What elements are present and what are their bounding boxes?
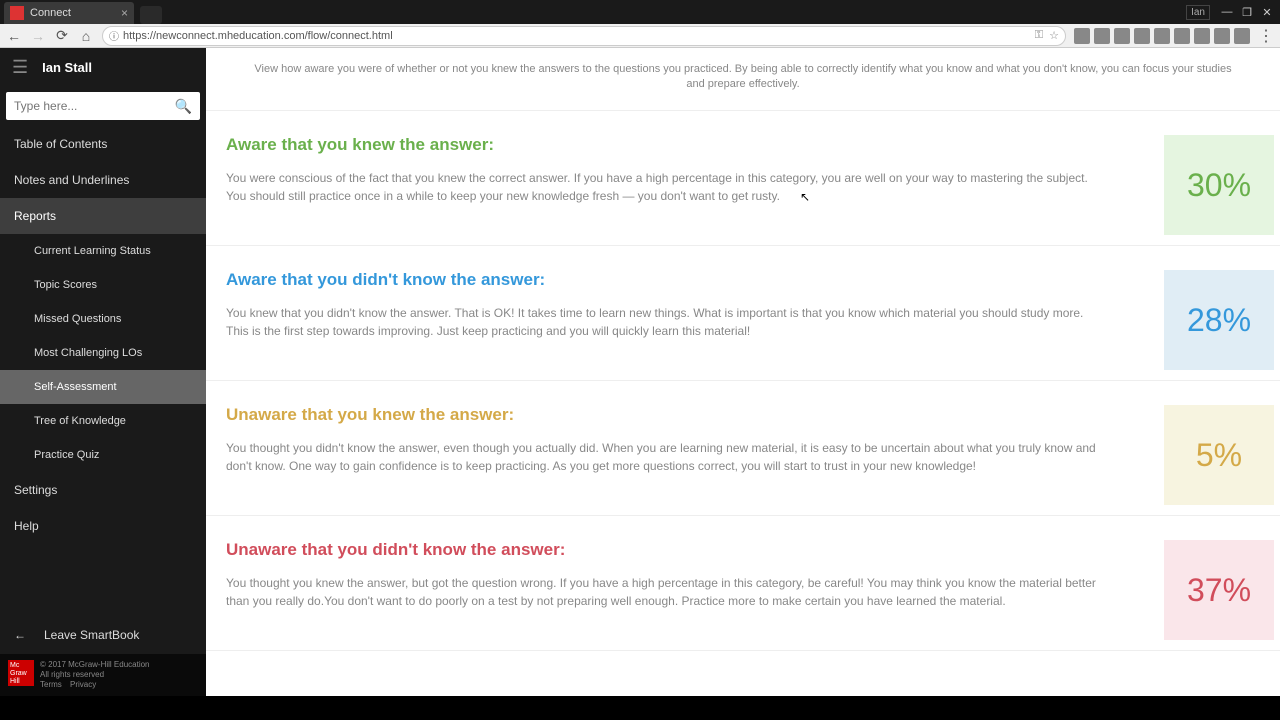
section-aware-knew: Aware that you knew the answer: You were… [206, 111, 1280, 246]
section-unaware-knew: Unaware that you knew the answer: You th… [206, 381, 1280, 516]
extension-icon[interactable] [1134, 28, 1150, 44]
copyright-text: © 2017 McGraw-Hill Education All rights … [40, 660, 150, 690]
section-aware-didnt-know: Aware that you didn't know the answer: Y… [206, 246, 1280, 381]
sidebar-item-help[interactable]: Help [0, 508, 206, 544]
sidebar-sub-challenging-los[interactable]: Most Challenging LOs [0, 336, 206, 370]
sidebar-item-notes[interactable]: Notes and Underlines [0, 162, 206, 198]
extension-icon[interactable] [1154, 28, 1170, 44]
main-content: View how aware you were of whether or no… [206, 48, 1280, 696]
tab-title: Connect [30, 7, 71, 19]
back-icon[interactable]: ← [6, 28, 22, 44]
extension-icon[interactable] [1194, 28, 1210, 44]
forward-icon: → [30, 28, 46, 44]
section-desc: You thought you knew the answer, but got… [226, 574, 1096, 610]
extension-icon[interactable] [1114, 28, 1130, 44]
sidebar-sub-self-assessment[interactable]: Self-Assessment [0, 370, 206, 404]
star-icon[interactable]: ☆ [1049, 29, 1059, 42]
section-title: Aware that you didn't know the answer: [226, 270, 1144, 290]
intro-text: View how aware you were of whether or no… [206, 48, 1280, 111]
extension-icon[interactable] [1234, 28, 1250, 44]
leave-label: Leave SmartBook [44, 628, 139, 642]
browser-tab[interactable]: Connect × [4, 2, 134, 24]
terms-link[interactable]: Terms [40, 680, 62, 689]
new-tab-button[interactable] [140, 6, 162, 24]
sidebar-sub-tree-knowledge[interactable]: Tree of Knowledge [0, 404, 206, 438]
section-unaware-didnt-know: Unaware that you didn't know the answer:… [206, 516, 1280, 651]
extension-icon[interactable] [1094, 28, 1110, 44]
tab-close-icon[interactable]: × [121, 6, 128, 20]
extension-icon[interactable] [1074, 28, 1090, 44]
url-text: https://newconnect.mheducation.com/flow/… [123, 30, 393, 42]
percent-badge: 37% [1164, 540, 1274, 640]
section-title: Aware that you knew the answer: [226, 135, 1144, 155]
section-title: Unaware that you knew the answer: [226, 405, 1144, 425]
percent-badge: 30% [1164, 135, 1274, 235]
search-box[interactable]: 🔍 [6, 92, 200, 120]
sidebar-sub-topic-scores[interactable]: Topic Scores [0, 268, 206, 302]
arrow-left-icon: ← [14, 628, 26, 642]
leave-smartbook-button[interactable]: ← Leave SmartBook [0, 616, 206, 654]
section-desc: You knew that you didn't know the answer… [226, 304, 1096, 340]
info-icon: ⓘ [109, 28, 119, 43]
sidebar-item-toc[interactable]: Table of Contents [0, 126, 206, 162]
extension-icon[interactable] [1214, 28, 1230, 44]
hamburger-icon[interactable]: ☰ [12, 57, 28, 78]
favicon-icon [10, 6, 24, 20]
key-icon[interactable]: ⚿ [1035, 29, 1043, 42]
home-icon[interactable]: ⌂ [78, 28, 94, 44]
sidebar-sub-current-learning[interactable]: Current Learning Status [0, 234, 206, 268]
search-input[interactable] [14, 99, 175, 113]
extension-icon[interactable] [1174, 28, 1190, 44]
section-desc: You thought you didn't know the answer, … [226, 439, 1096, 475]
mcgraw-hill-logo: McGrawHill [8, 660, 34, 686]
privacy-link[interactable]: Privacy [70, 680, 96, 689]
browser-menu-icon[interactable]: ⋮ [1258, 26, 1274, 46]
user-name: Ian Stall [42, 60, 92, 75]
sidebar-sub-missed-questions[interactable]: Missed Questions [0, 302, 206, 336]
sidebar-sub-practice-quiz[interactable]: Practice Quiz [0, 438, 206, 472]
sidebar-item-reports[interactable]: Reports [0, 198, 206, 234]
close-window-icon[interactable]: ✕ [1258, 3, 1276, 21]
section-title: Unaware that you didn't know the answer: [226, 540, 1144, 560]
address-bar[interactable]: ⓘ https://newconnect.mheducation.com/flo… [102, 26, 1066, 46]
maximize-icon[interactable]: ❐ [1238, 3, 1256, 21]
reload-icon[interactable]: ⟳ [54, 28, 70, 44]
search-icon[interactable]: 🔍 [175, 98, 192, 115]
section-desc: You were conscious of the fact that you … [226, 169, 1096, 205]
percent-badge: 28% [1164, 270, 1274, 370]
user-badge[interactable]: Ian [1186, 5, 1210, 20]
minimize-icon[interactable]: — [1218, 3, 1236, 21]
percent-badge: 5% [1164, 405, 1274, 505]
sidebar-item-settings[interactable]: Settings [0, 472, 206, 508]
